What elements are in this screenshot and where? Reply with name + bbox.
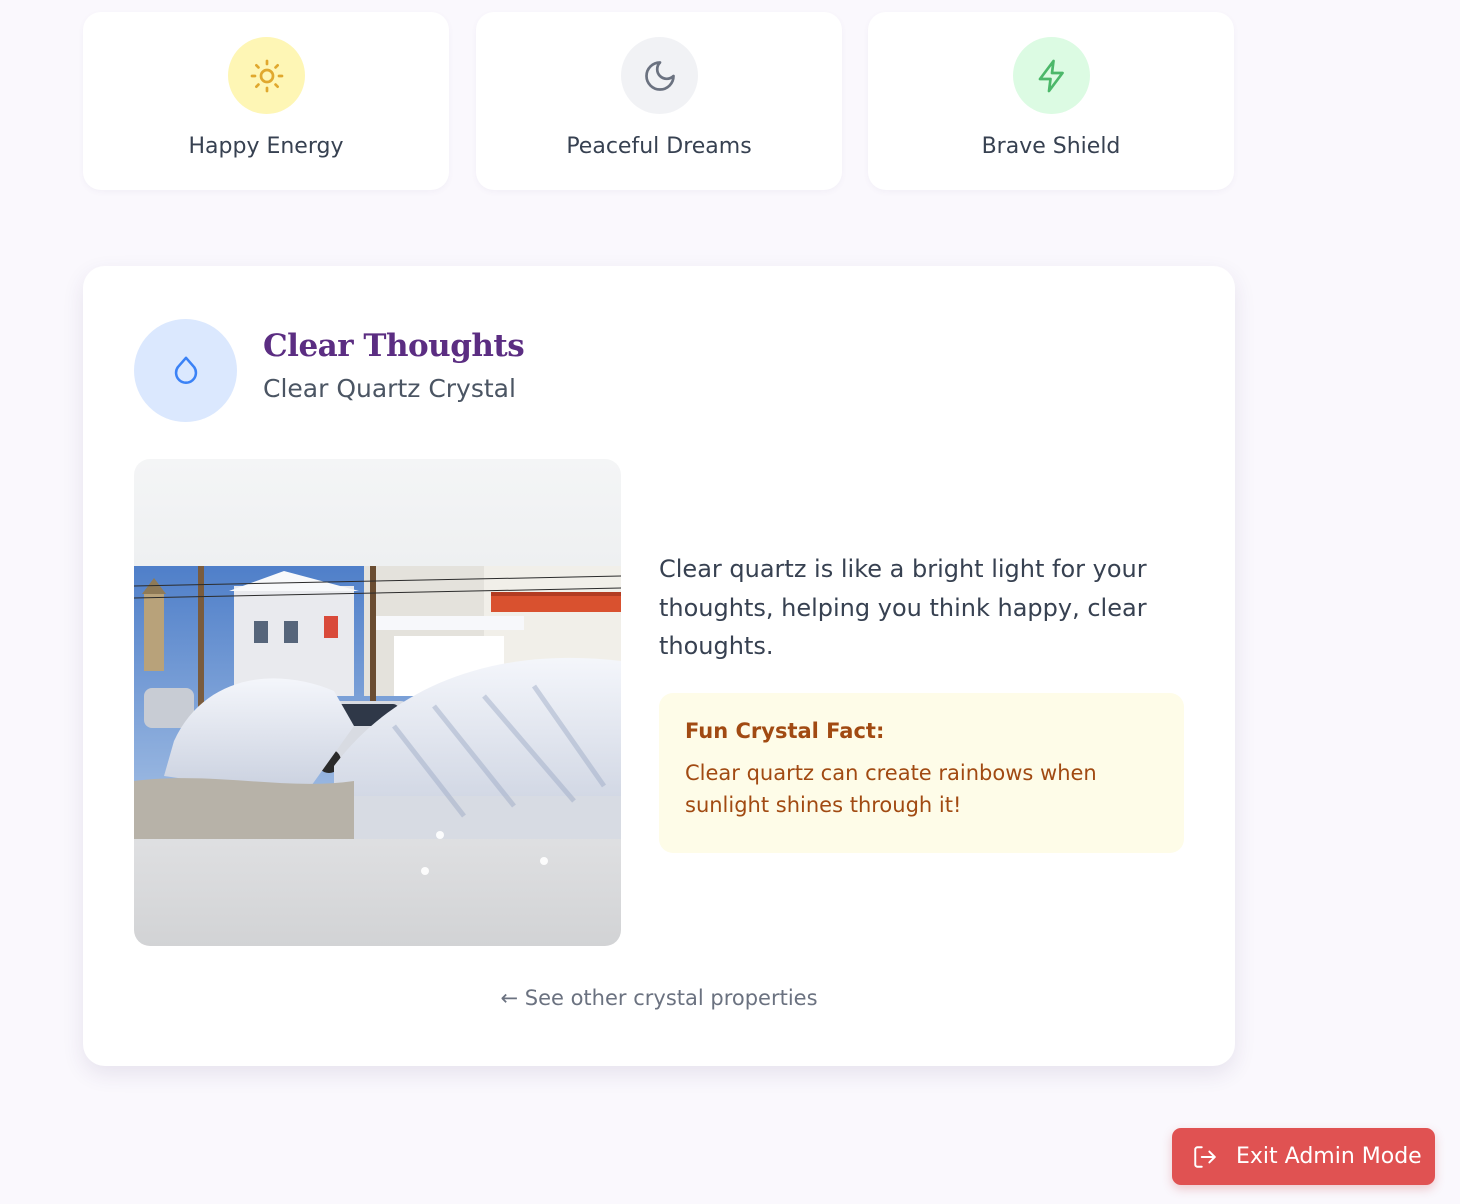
page: Happy Energy Peaceful Dreams Brave Shiel…: [0, 0, 1460, 1204]
crystal-photo: [134, 459, 621, 946]
sun-icon: [228, 37, 305, 114]
crystal-subtitle: Clear Quartz Crystal: [263, 374, 516, 403]
crystal-title: Clear Thoughts: [263, 328, 525, 364]
water-drop-icon: [134, 319, 237, 422]
crystal-description: Clear quartz is like a bright light for …: [659, 555, 1147, 660]
exit-admin-button[interactable]: Exit Admin Mode: [1172, 1128, 1435, 1185]
property-label: Peaceful Dreams: [566, 134, 752, 159]
fun-fact-box: Fun Crystal Fact: Clear quartz can creat…: [659, 693, 1184, 853]
moon-icon: [621, 37, 698, 114]
crystal-detail-card: Clear Thoughts Clear Quartz Crystal Clea…: [83, 266, 1235, 1066]
property-card-brave-shield[interactable]: Brave Shield: [868, 12, 1234, 190]
logout-icon: [1192, 1144, 1218, 1170]
lightning-icon: [1013, 37, 1090, 114]
see-other-properties-link[interactable]: ← See other crystal properties: [83, 986, 1235, 1010]
snowy-street-photo: [134, 566, 621, 839]
property-label: Brave Shield: [981, 134, 1121, 159]
property-card-peaceful-dreams[interactable]: Peaceful Dreams: [476, 12, 842, 190]
fun-fact-title: Fun Crystal Fact:: [685, 719, 885, 743]
property-card-happy-energy[interactable]: Happy Energy: [83, 12, 449, 190]
sparkle: [421, 867, 429, 875]
exit-admin-label: Exit Admin Mode: [1236, 1144, 1422, 1169]
sparkle: [540, 857, 548, 865]
fun-fact-text: Clear quartz can create rainbows when su…: [685, 761, 1097, 817]
property-label: Happy Energy: [188, 134, 344, 159]
sparkle: [436, 831, 444, 839]
